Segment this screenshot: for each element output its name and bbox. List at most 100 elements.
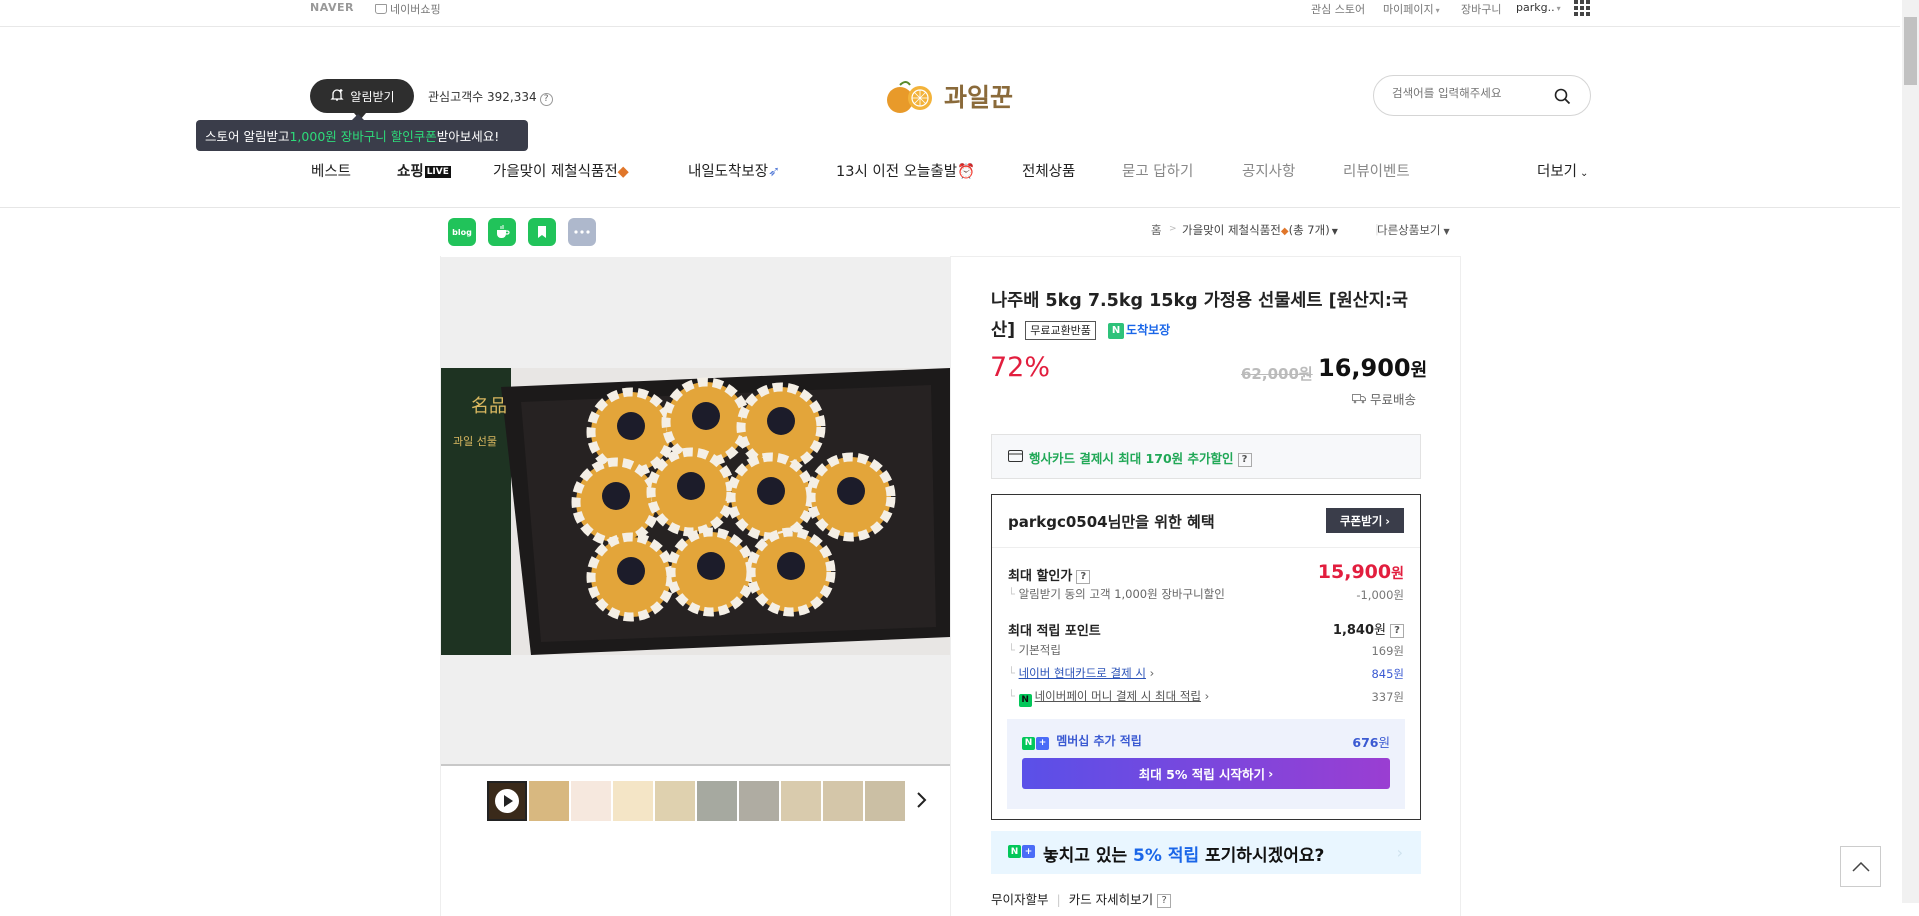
thumbnail-image[interactable] [613,781,653,821]
fruit-logo-icon [887,81,932,113]
store-logo[interactable]: 과일꾼 [882,76,1013,116]
discount-rate: 72% [990,352,1051,383]
search-icon[interactable] [1554,88,1571,109]
nav-qna[interactable]: 묻고 답하기 [1122,160,1193,181]
thumbnail-image[interactable] [865,781,905,821]
nav-shopping-label: 쇼핑 [397,164,424,180]
naver-shopping-link[interactable]: 네이버쇼핑 [375,1,441,17]
naver-plus-icon: N + [1022,736,1049,750]
cart-link[interactable]: 장바구니 [1461,1,1501,17]
product-photo[interactable]: 名品 과일 선물 [441,257,950,764]
bell-plus-icon [329,87,345,106]
shipping-label: 무료배송 [1369,392,1416,407]
blog-share-icon[interactable]: blog [448,218,476,246]
nav-more[interactable]: 더보기 ⌄ [1537,160,1588,181]
user-menu[interactable]: parkg.. ▾ [1516,1,1561,14]
tooltip-prefix: 스토어 알림받고 [205,129,290,144]
membership-cta-button[interactable]: 최대 5% 적립 시작하기 › [1022,758,1390,789]
nav-autumn-fest[interactable]: 가을맞이 제철식품전◆ [493,160,629,181]
membership-banner[interactable]: N + 놓치고 있는 5% 적립 포기하시겠어요? › [991,831,1421,874]
sale-price-value: 16,900 [1318,354,1411,382]
nav-best[interactable]: 베스트 [311,160,351,181]
benefit-divider [992,547,1420,548]
thumbnail-image[interactable] [823,781,863,821]
nav-review-event[interactable]: 리뷰이벤트 [1343,160,1410,181]
nav-all-products[interactable]: 전체상품 [1022,160,1075,181]
nav-today-ship[interactable]: 13시 이전 오늘출발⏰ [836,160,975,181]
thumbnail-image[interactable] [697,781,737,821]
npay-icon: N [1018,693,1032,707]
npay-money-link[interactable]: 네이버페이 머니 결제 시 최대 적립 [1035,689,1201,703]
max-discount-price: 15,900원 [1318,561,1404,583]
coupon-button-label: 쿠폰받기 [1339,513,1383,528]
thumbnail-image[interactable] [655,781,695,821]
alarm-button-label: 알림받기 [350,89,395,104]
chevron-up-icon [1851,861,1870,872]
arrival-guarantee-label: 도착보장 [1126,323,1171,337]
other-products-label: 다른상품보기 [1377,223,1441,237]
thumbnail-image[interactable] [529,781,569,821]
help-icon[interactable]: ? [1157,893,1172,908]
chevron-right-icon: › [1201,689,1210,703]
original-price: 62,000원 [1241,365,1313,383]
membership-value-row: 676원 [1352,732,1390,751]
breadcrumb-category[interactable]: 가을맞이 제철식품전◆(총 7개) ▼ [1182,222,1338,238]
product-image-area: 名品 과일 선물 [441,257,950,764]
thumbnail-image[interactable] [739,781,779,821]
page-scrollbar[interactable] [1902,0,1919,903]
alarm-clock-icon: ⏰ [957,164,976,180]
card-promo-box[interactable]: 행사카드 결제시 최대 170원 추가할인? [991,434,1421,479]
coupon-button[interactable]: 쿠폰받기 › [1326,508,1404,533]
more-share-icon[interactable] [568,218,596,246]
installment-label: 무이자할부 [991,892,1049,907]
search-input[interactable] [1392,86,1552,100]
max-discount-sub-label: 알림받기 동의 고객 1,000원 장바구니할인 [1018,587,1225,601]
thumbnail-video[interactable] [487,781,527,821]
thumbnail-next-icon[interactable] [915,790,927,814]
chevron-right-icon: › [1385,513,1391,528]
interest-store-link[interactable]: 관심 스토어 [1311,1,1365,17]
user-name: parkg.. [1516,1,1555,14]
top-bar: NAVER 네이버쇼핑 관심 스토어 마이페이지 ▾ 장바구니 parkg.. ▾ [0,0,1900,27]
notification-subscribe-button[interactable]: 알림받기 [310,79,414,120]
membership-cta-label: 최대 5% 적립 시작하기 [1138,767,1266,782]
other-products-dropdown[interactable]: 다른상품보기 ▼ [1377,222,1450,238]
membership-value: 676 [1352,735,1379,750]
thumbnail-image[interactable] [781,781,821,821]
nav-next-day[interactable]: 내일도착보장➶ [688,160,780,181]
mypage-link[interactable]: 마이페이지 ▾ [1383,1,1440,17]
nav-more-label: 더보기 [1537,164,1578,180]
nav-notice[interactable]: 공지사항 [1242,160,1295,181]
sale-price-unit: 원 [1410,360,1428,381]
breadcrumb-home[interactable]: 홈 [1151,222,1162,238]
thumbnail-image[interactable] [571,781,611,821]
basic-points-label: 기본적립 [1018,643,1061,657]
arrival-guarantee-badge[interactable]: N 도착보장 [1108,316,1170,345]
chevron-down-icon: ▾ [1556,4,1561,13]
points-value: 1,840 [1332,623,1375,638]
help-icon[interactable]: ? [539,92,553,106]
breadcrumb-category-label: 가을맞이 제철식품전 [1182,223,1281,237]
hyundai-card-row[interactable]: └ 네이버 현대카드로 결제 시 › [1008,665,1154,681]
chevron-right-icon: › [1396,843,1403,862]
hyundai-card-link[interactable]: 네이버 현대카드로 결제 시 [1019,666,1146,680]
naver-shopping-label: 네이버쇼핑 [390,3,441,16]
card-detail-link[interactable]: 카드 자세히보기 [1069,892,1153,907]
naver-n-icon: N [1108,322,1125,339]
help-icon[interactable]: ? [1390,623,1404,638]
cafe-share-icon[interactable] [488,218,516,246]
scroll-to-top-button[interactable] [1840,846,1881,887]
npay-money-row[interactable]: └ N 네이버페이 머니 결제 시 최대 적립 › [1008,688,1209,707]
tooltip-suffix: 받아보세요! [436,129,500,144]
naver-plus-icon: N + [1008,845,1035,858]
scrollbar-thumb[interactable] [1904,17,1917,85]
help-icon[interactable]: ? [1237,452,1252,467]
apps-grid-icon[interactable] [1574,0,1590,20]
nav-shopping-live[interactable]: 쇼핑 LIVE [397,160,451,181]
installment-row: 무이자할부 | 카드 자세히보기? [991,889,1172,908]
bookmark-share-icon[interactable] [528,218,556,246]
leaf-icon: ◆ [1280,226,1289,237]
naver-logo[interactable]: NAVER [310,1,354,14]
benefit-user: parkgc0504 [1008,513,1108,531]
help-icon[interactable]: ? [1076,569,1091,584]
